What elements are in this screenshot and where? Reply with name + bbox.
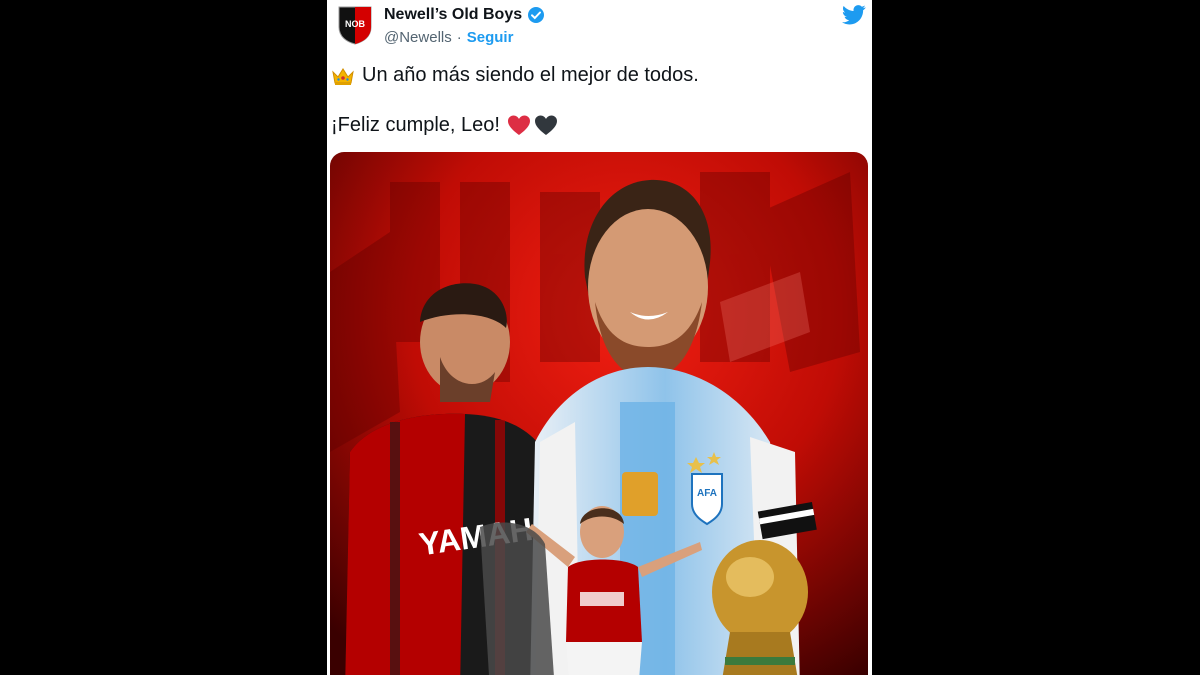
tweet-media-image[interactable]: YAMAHA AFA <box>330 152 868 675</box>
account-handle-row: @Newells · Seguir <box>384 29 513 46</box>
badge-text: AFA <box>697 488 717 499</box>
account-name[interactable]: Newell’s Old Boys <box>384 6 522 24</box>
follow-button[interactable]: Seguir <box>467 29 514 46</box>
crown-emoji-icon <box>332 67 354 85</box>
tweet-line-1-text: Un año más siendo el mejor de todos. <box>362 64 699 86</box>
twitter-bird-icon[interactable] <box>842 4 866 26</box>
messi-birthday-artwork: YAMAHA AFA <box>330 152 868 675</box>
tweet-text: Un año más siendo el mejor de todos. ¡Fe… <box>331 62 861 139</box>
jacket-shape <box>480 522 554 675</box>
club-avatar[interactable]: NOB <box>335 5 375 45</box>
avatar-text: NOB <box>345 19 366 29</box>
tweet-card: NOB Newell’s Old Boys @Newells · Seguir <box>327 0 872 675</box>
tweet-line-1: Un año más siendo el mejor de todos. <box>331 62 861 89</box>
nob-crest-icon: NOB <box>338 6 372 45</box>
separator-dot: · <box>456 29 462 46</box>
account-name-row[interactable]: Newell’s Old Boys <box>384 6 545 24</box>
account-handle[interactable]: @Newells <box>384 29 452 46</box>
tweet-line-2-text: ¡Feliz cumple, Leo! <box>331 114 500 136</box>
trophy-figure <box>712 540 808 675</box>
hearts-emoji-icon <box>507 115 557 135</box>
verified-badge-icon <box>527 6 545 24</box>
tweet-line-2: ¡Feliz cumple, Leo! <box>331 112 861 139</box>
